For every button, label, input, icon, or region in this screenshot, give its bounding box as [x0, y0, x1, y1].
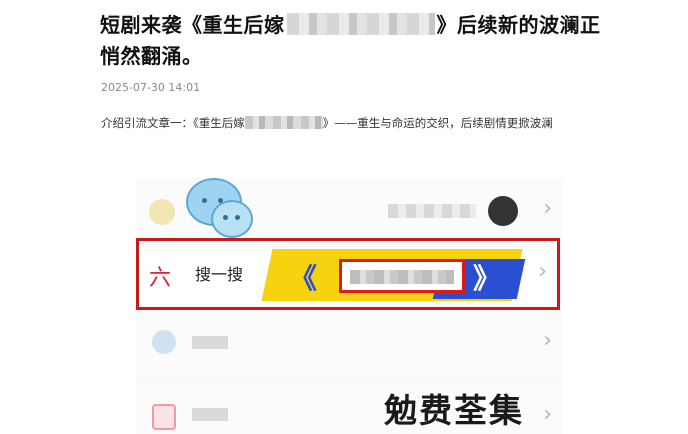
blurred-title-segment	[286, 13, 435, 35]
search-menu-row[interactable]: 六 搜一搜 《 》 ›	[136, 238, 560, 310]
bubble-dot	[202, 198, 207, 203]
search-feature-icon: 六	[149, 266, 172, 291]
blurred-profile-text	[388, 204, 476, 218]
shop-icon	[152, 404, 176, 430]
blurred-intro-segment	[244, 116, 323, 129]
chevron-right-icon: ›	[543, 402, 552, 427]
overlay-caption: 勉费荃集	[384, 391, 524, 430]
discover-icon	[152, 330, 176, 354]
intro-text-start: 介绍引流文章一：《重生后嫁	[101, 116, 245, 130]
search-label: 搜一搜	[195, 265, 244, 284]
menu-row-blurred[interactable]: ›	[136, 316, 562, 370]
avatar	[488, 196, 518, 226]
bubble-dot	[223, 215, 228, 220]
blurred-menu-label	[192, 336, 228, 349]
publish-date: 2025-07-30 14:01	[101, 81, 201, 94]
bubble-dot	[235, 215, 240, 220]
chevron-right-icon: ›	[543, 196, 552, 221]
blurred-menu-label	[192, 408, 228, 421]
intro-text-end: 》——重生与命运的交织，后续剧情更掀波澜	[322, 116, 553, 130]
banner-left-bracket: 《	[289, 262, 318, 295]
article-intro: 介绍引流文章一：《重生后嫁 》——重生与命运的交织，后续剧情更掀波澜	[101, 111, 601, 135]
chevron-right-icon: ›	[538, 259, 547, 284]
chevron-right-icon: ›	[543, 328, 552, 353]
blurred-keyword	[350, 270, 454, 284]
article-title: 短剧来袭《重生后嫁 》后续新的波澜正悄然翻涌。	[100, 10, 620, 72]
highlighted-search-keyword[interactable]	[339, 259, 465, 293]
banner-right-bracket: 》	[473, 262, 502, 295]
chat-bubble-small-icon	[211, 200, 253, 238]
search-banner[interactable]: 《 》	[261, 247, 526, 303]
status-dot-icon	[149, 199, 175, 225]
title-text-start: 短剧来袭《重生后嫁	[100, 13, 285, 37]
